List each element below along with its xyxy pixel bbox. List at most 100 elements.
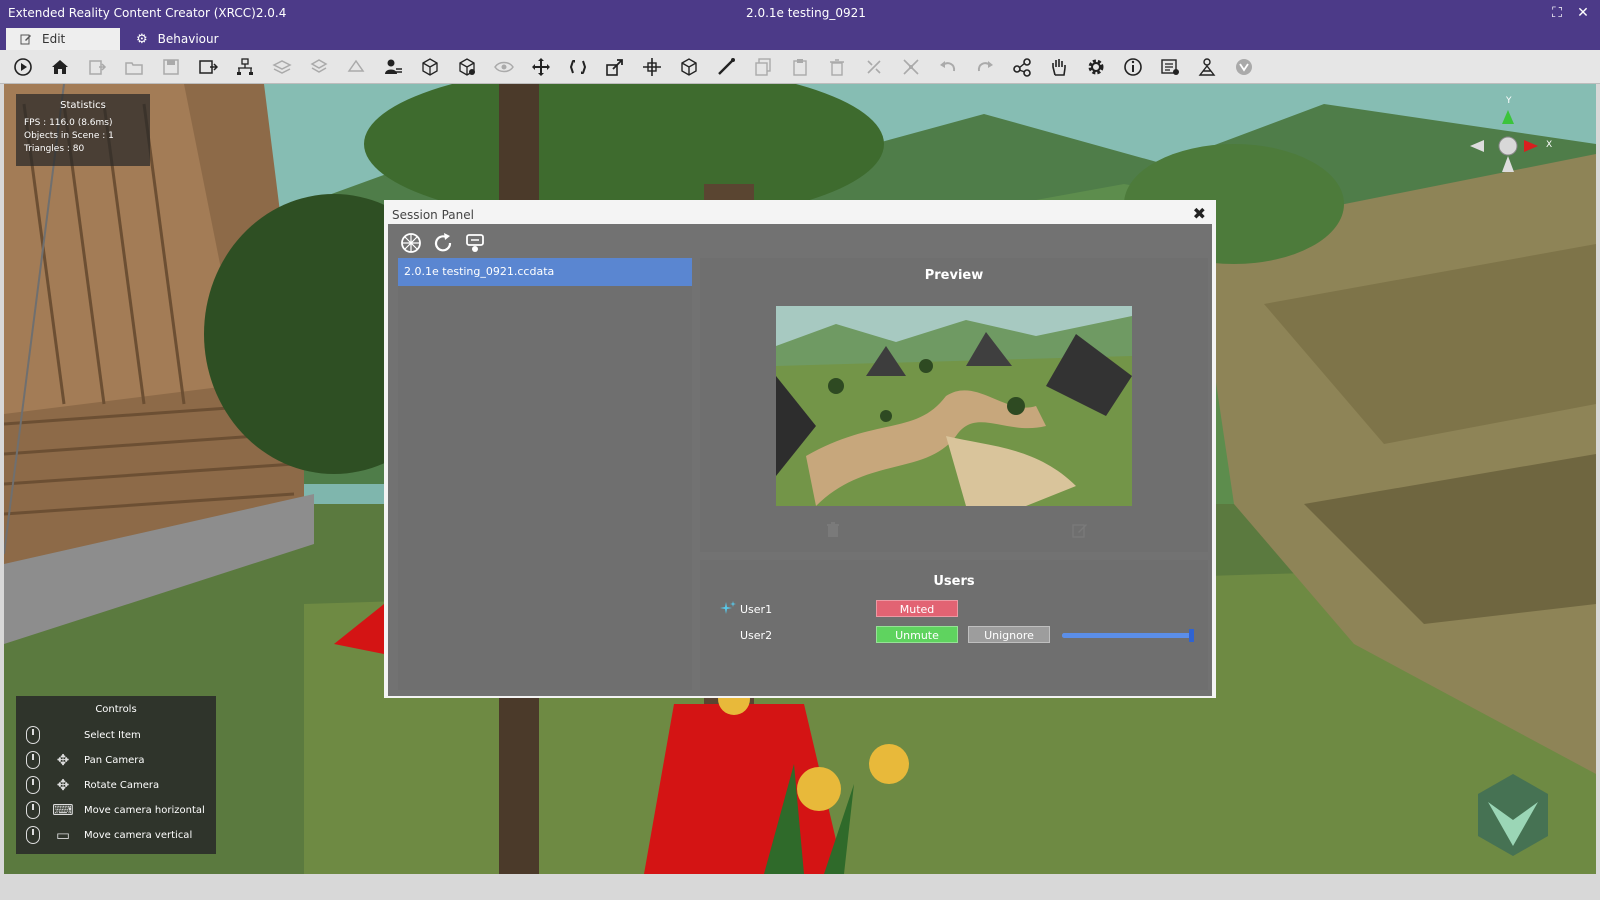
redo-icon[interactable]	[973, 55, 997, 79]
gizmo-axes-icon	[1470, 110, 1538, 172]
ignore-toggle-button[interactable]: Unignore	[968, 626, 1050, 643]
undo-icon[interactable]	[936, 55, 960, 79]
user-row: User2 Unmute Unignore	[700, 626, 1208, 646]
session-file-list[interactable]: 2.0.1e testing_0921.ccdata	[398, 258, 692, 690]
statistics-heading: Statistics	[60, 100, 106, 111]
title-bar: Extended Reality Content Creator (XRCC)2…	[0, 0, 1600, 26]
user-row: User1 Muted	[700, 600, 1208, 620]
host-icon[interactable]	[462, 230, 488, 256]
gizmo-x-label: X	[1546, 140, 1553, 150]
orientation-gizmo[interactable]: Y X	[1462, 96, 1554, 176]
tab-behaviour-label: Behaviour	[157, 32, 219, 46]
maximize-button[interactable]: ⛶	[1548, 4, 1566, 22]
save-as-icon[interactable]	[196, 55, 220, 79]
cube-icon[interactable]	[677, 55, 701, 79]
box-add-icon[interactable]	[455, 55, 479, 79]
control-label: Move camera vertical	[84, 829, 193, 841]
scale-icon[interactable]	[603, 55, 627, 79]
controls-panel: Controls Select Item ✥ Pan Camera ✥ Rota…	[16, 696, 216, 854]
objects-readout: Objects in Scene : 1	[24, 131, 114, 141]
no-key-icon	[50, 725, 76, 745]
village-thumbnail	[776, 306, 1132, 506]
help-icon[interactable]	[1232, 55, 1256, 79]
session-panel-body: 2.0.1e testing_0921.ccdata Preview Users…	[388, 224, 1212, 696]
layers-icon[interactable]	[270, 55, 294, 79]
stack-icon[interactable]	[307, 55, 331, 79]
snap-icon[interactable]	[862, 55, 886, 79]
user-name: User1	[740, 603, 773, 616]
control-label: Pan Camera	[84, 754, 145, 766]
refresh-icon[interactable]	[430, 230, 456, 256]
preview-panel: Preview	[700, 258, 1208, 552]
statistics-panel: Statistics FPS : 116.0 (8.6ms) Objects i…	[16, 94, 150, 166]
paste-icon[interactable]	[788, 55, 812, 79]
delete-icon[interactable]	[825, 55, 849, 79]
mouse-icon	[26, 826, 40, 844]
control-row: ⌨ Move camera horizontal	[26, 799, 205, 821]
mute-toggle-button[interactable]: Unmute	[876, 626, 958, 643]
edit-session-icon[interactable]	[1072, 522, 1088, 538]
mute-toggle-button[interactable]: Muted	[876, 600, 958, 617]
edit-icon	[20, 34, 31, 45]
rotate-icon[interactable]	[566, 55, 590, 79]
app-logo	[1476, 772, 1550, 858]
preview-image	[776, 306, 1132, 506]
measure-icon[interactable]	[714, 55, 738, 79]
preview-heading: Preview	[924, 268, 984, 283]
control-row: Select Item	[26, 724, 141, 746]
home-icon[interactable]	[48, 55, 72, 79]
save-icon[interactable]	[159, 55, 183, 79]
import-icon[interactable]	[85, 55, 109, 79]
close-window-button[interactable]: ✕	[1574, 4, 1592, 22]
export-icon[interactable]	[344, 55, 368, 79]
group-icon[interactable]	[899, 55, 923, 79]
control-label: Rotate Camera	[84, 779, 160, 791]
share-icon[interactable]	[1010, 55, 1034, 79]
toolbar	[0, 50, 1600, 84]
session-panel-title: Session Panel	[392, 208, 474, 222]
control-row: ✥ Rotate Camera	[26, 774, 159, 796]
triangles-readout: Triangles : 80	[24, 144, 85, 154]
spacebar-icon: ▭	[55, 826, 71, 844]
move-arrows-icon: ✥	[56, 776, 70, 794]
tab-behaviour[interactable]: ⚙ Behaviour	[122, 28, 252, 50]
delete-session-icon[interactable]	[826, 522, 840, 538]
list-item[interactable]: 2.0.1e testing_0921.ccdata	[398, 258, 692, 286]
copy-icon[interactable]	[751, 55, 775, 79]
volume-slider-handle[interactable]	[1189, 629, 1194, 642]
control-label: Move camera horizontal	[84, 804, 205, 816]
user-edit-icon[interactable]	[381, 55, 405, 79]
fps-readout: FPS : 116.0 (8.6ms)	[24, 118, 113, 128]
connect-icon[interactable]	[398, 230, 424, 256]
eye-icon[interactable]	[492, 55, 516, 79]
hand-icon[interactable]	[1047, 55, 1071, 79]
move-arrows-icon: ✥	[56, 751, 70, 769]
control-row: ▭ Move camera vertical	[26, 824, 192, 846]
host-sparkle-icon	[720, 601, 736, 614]
pivot-icon[interactable]	[640, 55, 664, 79]
open-icon[interactable]	[122, 55, 146, 79]
tab-edit-label: Edit	[42, 32, 66, 46]
session-panel-close-button[interactable]: ✖	[1193, 204, 1206, 223]
play-icon[interactable]	[11, 55, 35, 79]
gizmo-y-label: Y	[1506, 96, 1512, 106]
keyboard-arrows-icon: ⌨	[52, 801, 74, 819]
users-heading: Users	[933, 574, 975, 589]
status-bar	[0, 874, 1600, 900]
log-icon[interactable]	[1158, 55, 1182, 79]
xrcc-logo-icon	[1478, 774, 1548, 856]
info-icon[interactable]	[1121, 55, 1145, 79]
tab-bar: Edit ⚙ Behaviour	[0, 26, 1600, 50]
hierarchy-icon[interactable]	[233, 55, 257, 79]
app-title: Extended Reality Content Creator (XRCC)2…	[8, 6, 287, 20]
volume-slider[interactable]	[1062, 629, 1194, 642]
move-icon[interactable]	[529, 55, 553, 79]
mouse-right-icon	[26, 751, 40, 769]
tab-edit[interactable]: Edit	[6, 28, 120, 50]
users-panel: Users User1 Muted User2 Unmute Unignore	[700, 560, 1208, 690]
settings-icon[interactable]	[1084, 55, 1108, 79]
box-icon[interactable]	[418, 55, 442, 79]
network-icon[interactable]	[1195, 55, 1219, 79]
controls-heading: Controls	[95, 704, 137, 715]
volume-slider-fill	[1062, 633, 1194, 638]
